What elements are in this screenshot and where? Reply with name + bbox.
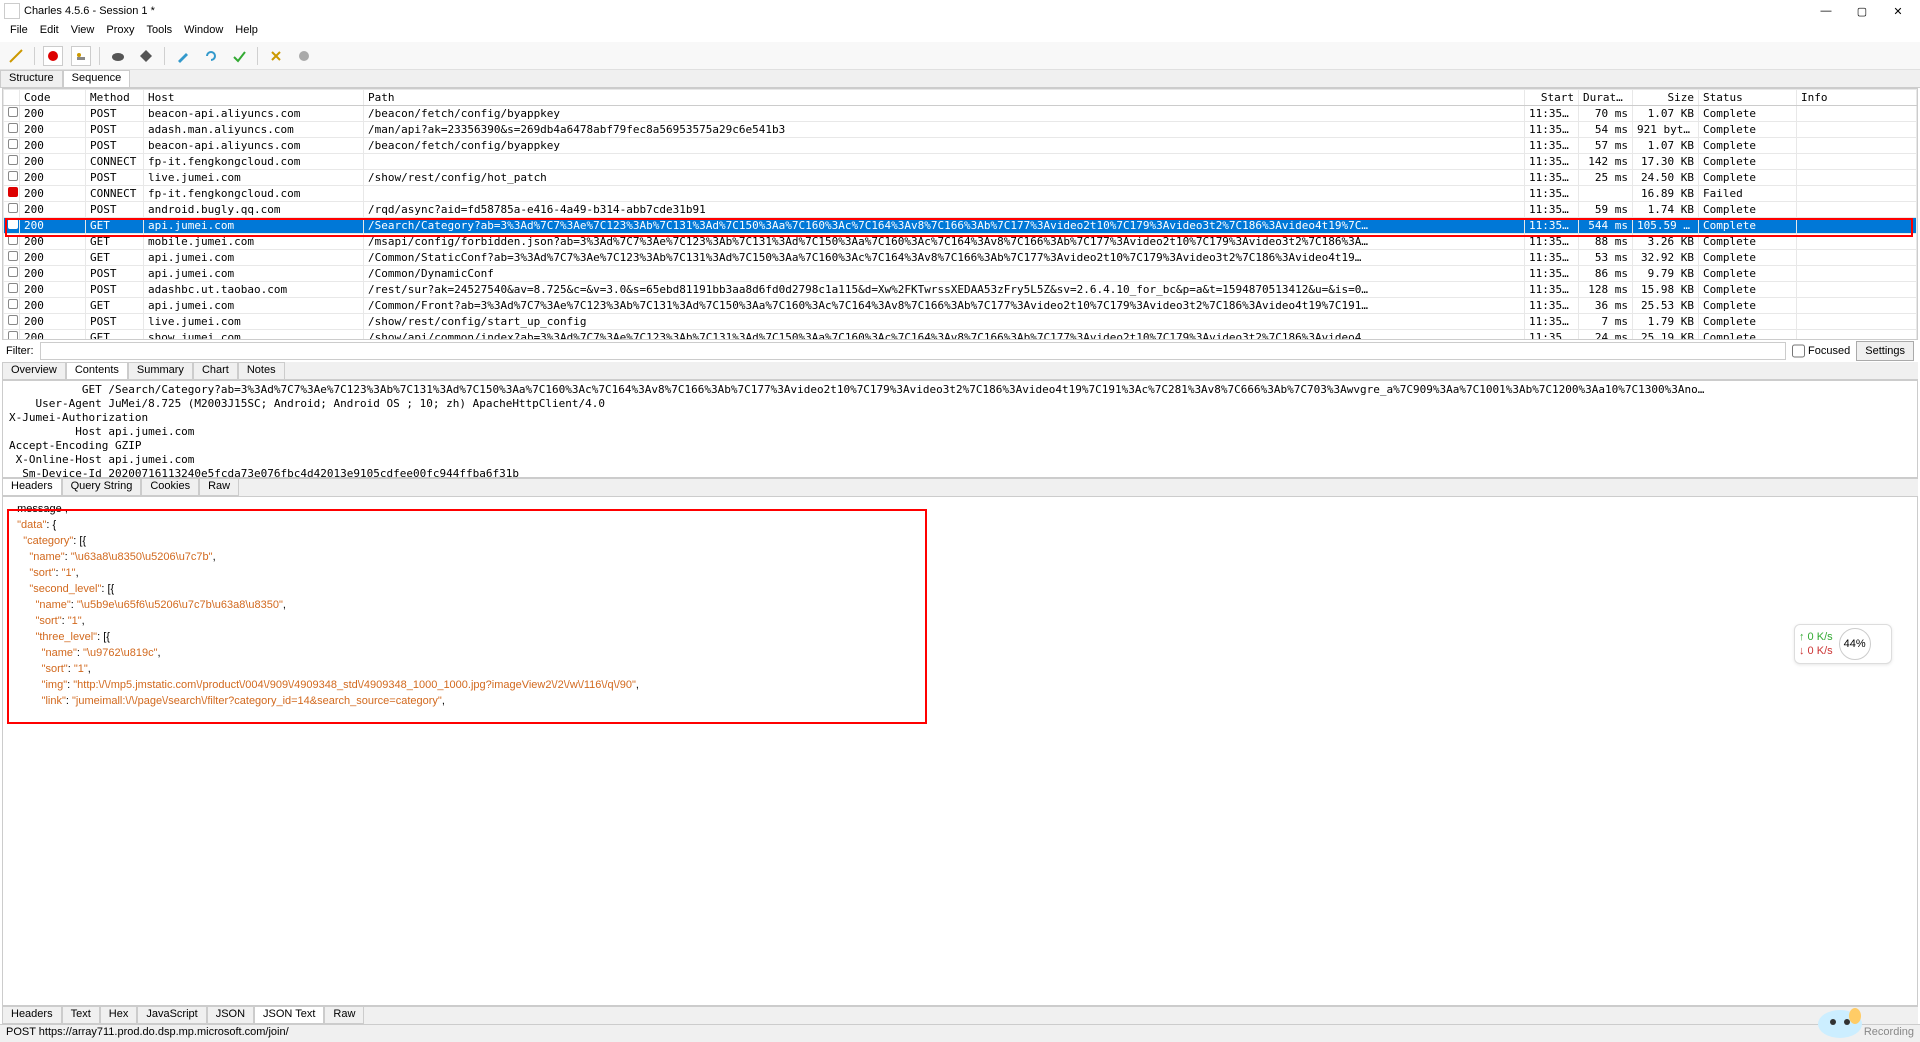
btab-headers[interactable]: Headers	[2, 1007, 62, 1024]
window-title: Charles 4.5.6 - Session 1 *	[24, 5, 1808, 17]
filter-input[interactable]	[40, 342, 1787, 360]
tools-icon[interactable]	[266, 46, 286, 66]
titlebar: Charles 4.5.6 - Session 1 * — ▢ ✕	[0, 0, 1920, 22]
btab-text[interactable]: Text	[62, 1007, 100, 1024]
tab-structure[interactable]: Structure	[0, 70, 63, 87]
table-row[interactable]: 200POSTandroid.bugly.qq.com/rqd/async?ai…	[4, 202, 1917, 218]
filter-bar: Filter: Focused Settings	[0, 340, 1920, 362]
table-row[interactable]: 200CONNECTfp-it.fengkongcloud.com11:35:1…	[4, 186, 1917, 202]
json-line: message ,	[11, 501, 1909, 517]
htab-cookies[interactable]: Cookies	[141, 479, 199, 496]
tab-notes[interactable]: Notes	[238, 362, 285, 379]
view-tabs: Structure Sequence	[0, 70, 1920, 88]
htab-raw[interactable]: Raw	[199, 479, 239, 496]
table-row[interactable]: 200GETapi.jumei.com/Common/StaticConf?ab…	[4, 250, 1917, 266]
maximize-button[interactable]: ▢	[1844, 0, 1880, 22]
col-path[interactable]: Path	[364, 90, 1525, 106]
statusbar: POST https://array711.prod.do.dsp.mp.mic…	[0, 1024, 1920, 1042]
menu-view[interactable]: View	[65, 22, 101, 42]
tab-summary[interactable]: Summary	[128, 362, 193, 379]
json-line: "name": "\u9762\u819c",	[11, 645, 1909, 661]
broom-icon[interactable]	[6, 46, 26, 66]
pencil-icon[interactable]	[173, 46, 193, 66]
minimize-button[interactable]: —	[1808, 0, 1844, 22]
throttle-icon[interactable]	[71, 46, 91, 66]
tab-overview[interactable]: Overview	[2, 362, 66, 379]
upload-speed: ↑ 0 K/s	[1799, 631, 1833, 643]
json-line: "three_level": [{	[11, 629, 1909, 645]
menubar: File Edit View Proxy Tools Window Help	[0, 22, 1920, 42]
tab-chart[interactable]: Chart	[193, 362, 238, 379]
requests-table[interactable]: Code Method Host Path Start Duration Siz…	[2, 88, 1918, 340]
filter-label: Filter:	[6, 345, 34, 357]
json-line: "name": "\u5b9e\u65f6\u5206\u7c7b\u63a8\…	[11, 597, 1909, 613]
htab-headers[interactable]: Headers	[2, 479, 62, 496]
table-row[interactable]: 200POSTadash.man.aliyuncs.com/man/api?ak…	[4, 122, 1917, 138]
json-line: "data": {	[11, 517, 1909, 533]
menu-edit[interactable]: Edit	[34, 22, 65, 42]
json-line: "category": [{	[11, 533, 1909, 549]
col-host[interactable]: Host	[144, 90, 364, 106]
table-row[interactable]: 200POSTlive.jumei.com/show/rest/config/h…	[4, 170, 1917, 186]
menu-file[interactable]: File	[4, 22, 34, 42]
toolbar	[0, 42, 1920, 70]
btab-json-text[interactable]: JSON Text	[254, 1007, 324, 1024]
col-code[interactable]: Code	[20, 90, 86, 106]
table-row[interactable]: 200GETmobile.jumei.com/msapi/config/forb…	[4, 234, 1917, 250]
status-text: POST https://array711.prod.do.dsp.mp.mic…	[6, 1026, 289, 1038]
btab-hex[interactable]: Hex	[100, 1007, 138, 1024]
col-method[interactable]: Method	[86, 90, 144, 106]
app-icon	[4, 3, 20, 19]
record-icon[interactable]	[43, 46, 63, 66]
breakpoints-icon[interactable]	[136, 46, 156, 66]
btab-js[interactable]: JavaScript	[137, 1007, 206, 1024]
response-body-pane[interactable]: message , "data": { "category": [{ "name…	[2, 496, 1918, 1006]
settings-icon[interactable]	[294, 46, 314, 66]
tab-sequence[interactable]: Sequence	[63, 70, 131, 87]
json-line: "link": "jumeimall:\/\/page\/search\/fil…	[11, 693, 1909, 709]
col-status[interactable]: Status	[1699, 90, 1797, 106]
table-row[interactable]: 200POSTbeacon-api.aliyuncs.com/beacon/fe…	[4, 106, 1917, 122]
download-speed: ↓ 0 K/s	[1799, 645, 1833, 657]
btab-raw[interactable]: Raw	[324, 1007, 364, 1024]
detail-tabs: Overview Contents Summary Chart Notes	[2, 362, 1918, 380]
json-line: "sort": "1",	[11, 613, 1909, 629]
htab-query[interactable]: Query String	[62, 479, 142, 496]
col-size[interactable]: Size	[1633, 90, 1699, 106]
col-duration[interactable]: Duration	[1579, 90, 1633, 106]
close-button[interactable]: ✕	[1880, 0, 1916, 22]
table-row[interactable]: 200GETapi.jumei.com/Common/Front?ab=3%3A…	[4, 298, 1917, 314]
turtle-icon[interactable]	[108, 46, 128, 66]
table-row[interactable]: 200POSTadashbc.ut.taobao.com/rest/sur?ak…	[4, 282, 1917, 298]
json-line: "img": "http:\/\/mp5.jmstatic.com\/produ…	[11, 677, 1909, 693]
menu-window[interactable]: Window	[178, 22, 229, 42]
body-view-tabs: Headers Text Hex JavaScript JSON JSON Te…	[2, 1006, 1918, 1024]
menu-proxy[interactable]: Proxy	[100, 22, 140, 42]
refresh-icon[interactable]	[201, 46, 221, 66]
json-line: "name": "\u63a8\u8350\u5206\u7c7b",	[11, 549, 1909, 565]
table-row[interactable]: 200GETshow.jumei.com/show/api/common/ind…	[4, 330, 1917, 341]
tab-contents[interactable]: Contents	[66, 362, 128, 379]
speed-widget: ↑ 0 K/s ↓ 0 K/s 44%	[1794, 624, 1892, 664]
request-headers-pane[interactable]: GET /Search/Category?ab=3%3Ad%7C7%3Ae%7C…	[2, 380, 1918, 478]
btab-json[interactable]: JSON	[207, 1007, 254, 1024]
header-view-tabs: Headers Query String Cookies Raw	[2, 478, 1918, 496]
table-row[interactable]: 200CONNECTfp-it.fengkongcloud.com11:35:1…	[4, 154, 1917, 170]
json-line: "second_level": [{	[11, 581, 1909, 597]
speed-percent: 44%	[1839, 628, 1871, 660]
json-line: "sort": "1",	[11, 565, 1909, 581]
table-row[interactable]: 200GETapi.jumei.com/Search/Category?ab=3…	[4, 218, 1917, 234]
check-icon[interactable]	[229, 46, 249, 66]
menu-help[interactable]: Help	[229, 22, 264, 42]
mascot-icon	[1800, 1000, 1880, 1040]
json-line: "sort": "1",	[11, 661, 1909, 677]
menu-tools[interactable]: Tools	[140, 22, 178, 42]
settings-button[interactable]: Settings	[1856, 341, 1914, 361]
col-start[interactable]: Start	[1525, 90, 1579, 106]
table-row[interactable]: 200POSTbeacon-api.aliyuncs.com/beacon/fe…	[4, 138, 1917, 154]
col-info[interactable]: Info	[1797, 90, 1917, 106]
table-row[interactable]: 200POSTlive.jumei.com/show/rest/config/s…	[4, 314, 1917, 330]
focused-checkbox[interactable]: Focused	[1792, 342, 1850, 360]
table-row[interactable]: 200POSTapi.jumei.com/Common/DynamicConf1…	[4, 266, 1917, 282]
